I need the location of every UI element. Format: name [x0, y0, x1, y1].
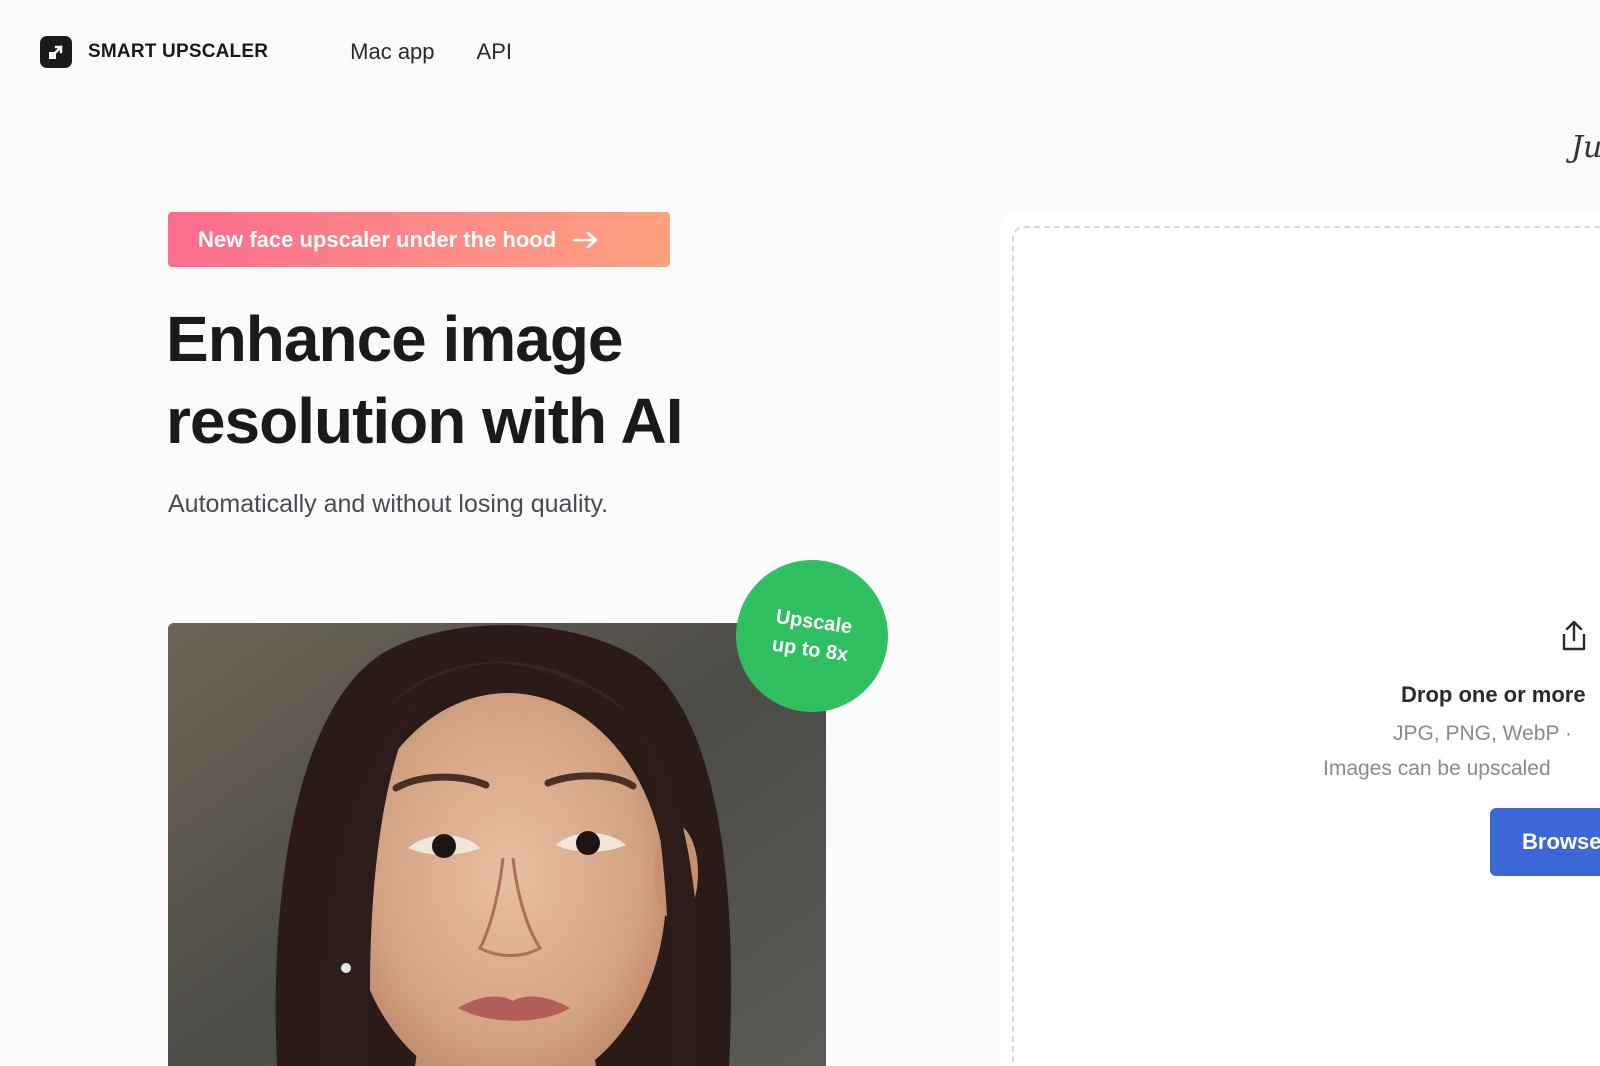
dropzone-note: Images can be upscaled: [1323, 757, 1551, 780]
brand-name: SMART UPSCALER: [88, 41, 269, 62]
headline-line-2: resolution with AI: [166, 385, 684, 457]
top-nav: SMART UPSCALER Mac app API: [40, 32, 512, 72]
dropzone-title: Drop one or more: [1401, 682, 1586, 707]
subheadline: Automatically and without losing quality…: [168, 490, 609, 518]
page-title: Enhance image resolution with AI: [166, 298, 866, 462]
nav-links: Mac app API: [350, 39, 512, 65]
promo-banner[interactable]: New face upscaler under the hood: [168, 212, 670, 267]
headline-line-1: Enhance image: [166, 303, 624, 375]
browse-button[interactable]: Browse: [1490, 808, 1600, 876]
arrow-right-icon: [572, 230, 600, 250]
nav-link-mac-app[interactable]: Mac app: [350, 39, 434, 65]
upload-icon: [1556, 618, 1592, 654]
promo-label: New face upscaler under the hood: [198, 226, 557, 252]
example-image: [168, 623, 826, 1066]
header-script-text: Ju: [1571, 130, 1600, 165]
upscale-arrow-icon: [40, 36, 72, 68]
page: SMART UPSCALER Mac app API Ju New face u…: [0, 0, 1600, 1066]
dropzone-formats: JPG, PNG, WebP ·: [1393, 722, 1572, 745]
image-dropzone[interactable]: [1012, 226, 1600, 1066]
brand-link[interactable]: SMART UPSCALER: [40, 36, 268, 68]
nav-link-api[interactable]: API: [477, 39, 512, 65]
